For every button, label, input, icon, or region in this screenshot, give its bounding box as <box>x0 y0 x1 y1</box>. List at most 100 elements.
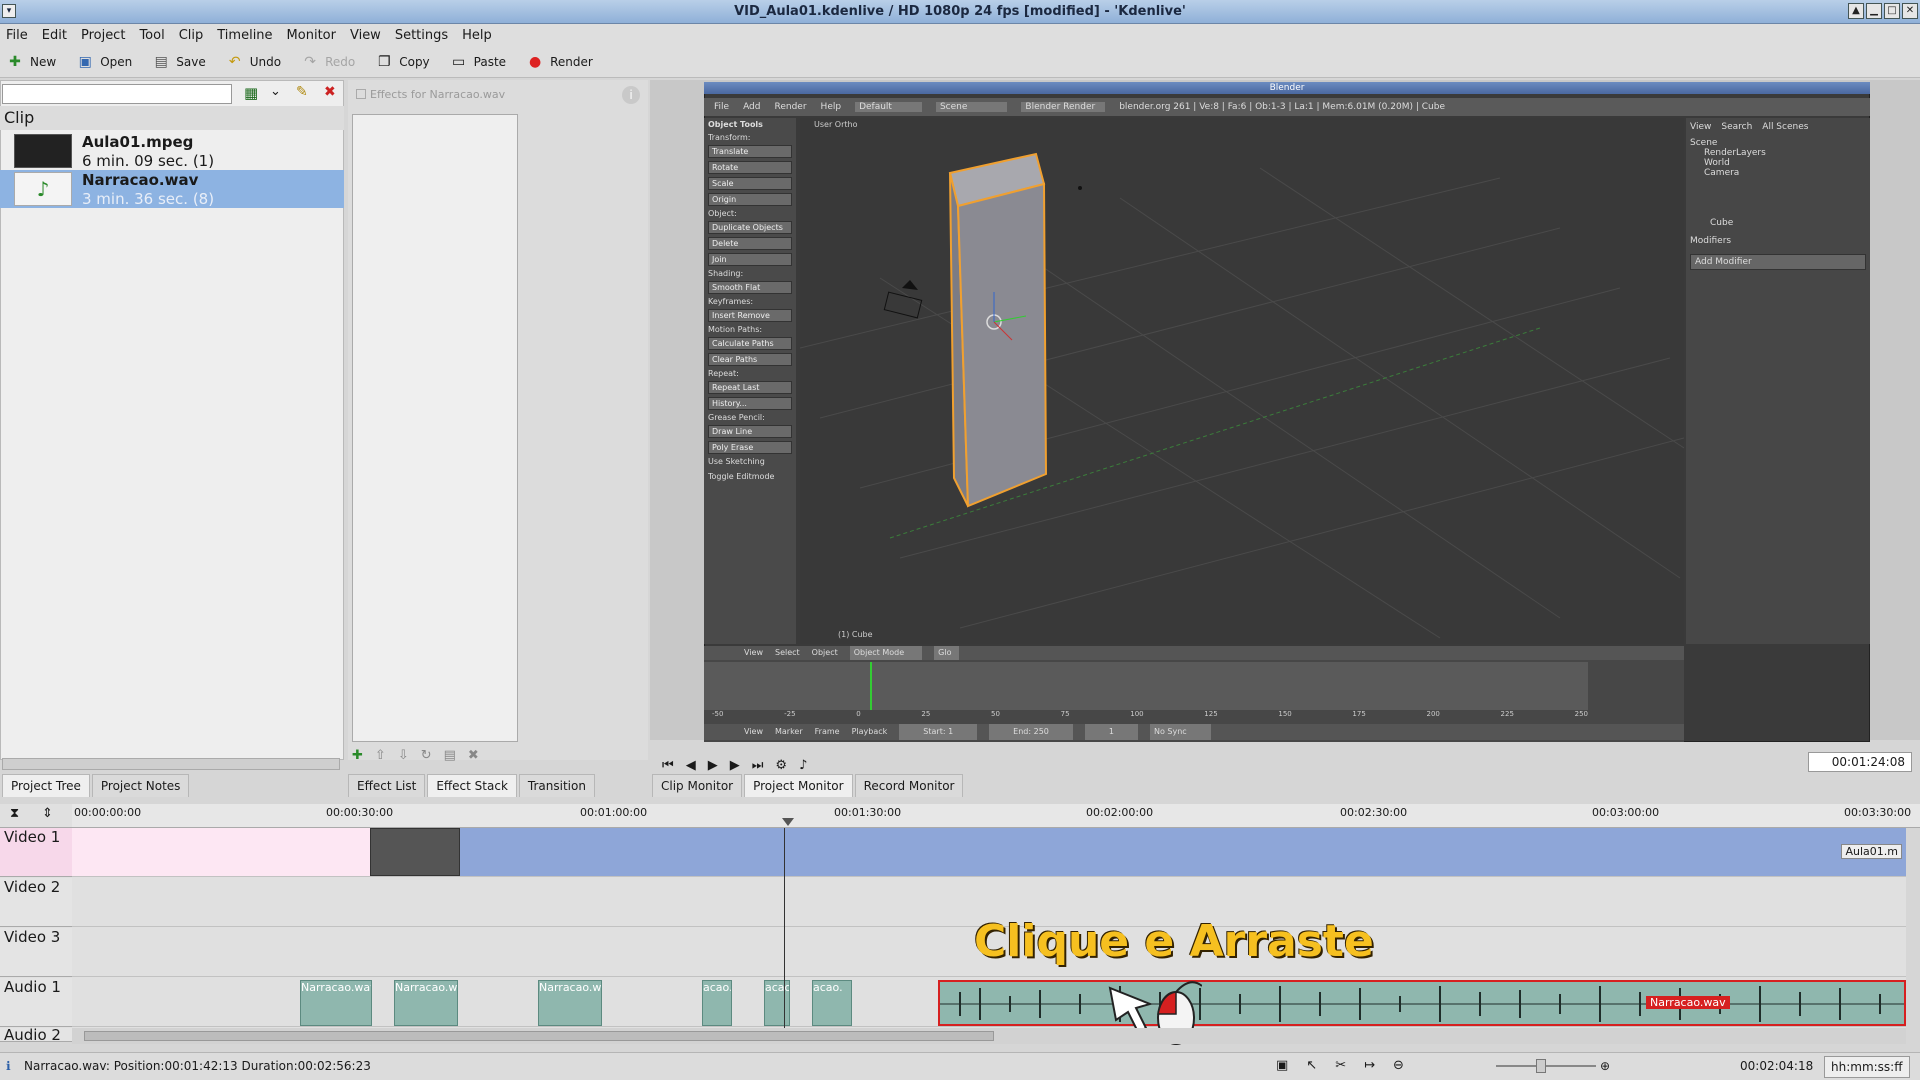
tab-effect-stack[interactable]: Effect Stack <box>427 774 517 797</box>
playhead-line <box>784 828 785 1028</box>
add-clip-icon[interactable]: ▦ <box>244 84 258 102</box>
audio-clip[interactable]: acao. <box>812 980 852 1026</box>
playhead-marker[interactable] <box>782 818 794 826</box>
move-up-icon[interactable]: ⇧ <box>375 748 386 763</box>
status-tools: ▣ ↖ ✂ ↦ ⊖ <box>1276 1053 1404 1079</box>
toggle-editmode: Toggle Editmode <box>708 472 775 481</box>
selected-audio-clip[interactable]: Narracao.wav <box>938 980 1906 1026</box>
window-menu-icon[interactable]: ▾ <box>2 4 16 18</box>
audio-clip[interactable]: Narracao.wav <box>300 980 372 1026</box>
menu-settings[interactable]: Settings <box>395 28 448 43</box>
razor-tool-icon[interactable]: ✂ <box>1335 1053 1346 1079</box>
menu-help[interactable]: Help <box>462 28 492 43</box>
edit-clip-icon[interactable]: ✎ <box>296 84 308 100</box>
tab-record-monitor[interactable]: Record Monitor <box>854 774 964 797</box>
reset-icon[interactable]: ↻ <box>421 748 432 763</box>
render-button[interactable]: ● Render <box>526 53 593 71</box>
menu-project[interactable]: Project <box>81 28 125 43</box>
step-back-icon[interactable]: ◀ <box>686 758 696 773</box>
video-clip-thumbnail[interactable] <box>370 828 460 876</box>
track-tool-icon[interactable]: ▣ <box>1276 1053 1288 1079</box>
zoom-slider[interactable] <box>1496 1059 1596 1073</box>
chevron-down-icon[interactable]: ⌄ <box>270 84 281 99</box>
play-icon[interactable]: ▶ <box>708 758 718 773</box>
tab-project-notes[interactable]: Project Notes <box>91 774 190 797</box>
current-frame: 1 <box>1084 724 1138 740</box>
select-tool-icon[interactable]: ↖ <box>1306 1053 1317 1079</box>
copy-button[interactable]: ❐ Copy <box>375 53 430 71</box>
fit-zoom-icon[interactable]: ⧗ <box>10 806 19 821</box>
effect-list[interactable] <box>352 114 518 742</box>
menubar: File Edit Project Tool Clip Timeline Mon… <box>0 24 1920 46</box>
info-icon[interactable]: i <box>622 86 640 104</box>
add-effect-icon[interactable]: ✚ <box>352 748 363 763</box>
menu-view[interactable]: View <box>350 28 381 43</box>
bin-hscrollbar[interactable] <box>2 758 340 770</box>
track-header-video1: Video 1 <box>0 828 72 877</box>
tab-clip-monitor[interactable]: Clip Monitor <box>652 774 743 797</box>
menu-timeline[interactable]: Timeline <box>217 28 272 43</box>
bin-clip-item-selected[interactable]: ♪ Narracao.wav 3 min. 36 sec. (8) <box>0 170 344 208</box>
minimize-icon[interactable]: ▁ <box>1866 3 1882 19</box>
open-button[interactable]: ▣ Open <box>76 53 133 71</box>
menu-file[interactable]: File <box>6 28 28 43</box>
move-down-icon[interactable]: ⇩ <box>398 748 409 763</box>
paste-button[interactable]: ▭ Paste <box>450 53 506 71</box>
video-clip[interactable]: Aula01.m <box>460 828 1906 876</box>
timecode-format-select[interactable]: hh:mm:ss:ff <box>1824 1056 1910 1078</box>
bin-search-input[interactable] <box>2 84 232 104</box>
save-effect-icon[interactable]: ▤ <box>444 748 456 763</box>
zoom-out-icon[interactable]: ⊖ <box>1393 1053 1404 1079</box>
track-height-icon[interactable]: ⇕ <box>42 806 53 821</box>
monitor-timecode[interactable]: 00:01:24:08 <box>1808 752 1912 772</box>
save-button[interactable]: ▤ Save <box>152 53 206 71</box>
save-icon: ▤ <box>154 53 168 70</box>
zoom-in-icon[interactable]: ⊕ <box>1600 1053 1610 1079</box>
menu-monitor[interactable]: Monitor <box>287 28 336 43</box>
copy-icon: ❐ <box>377 53 391 70</box>
volume-icon[interactable]: ♪ <box>799 758 807 773</box>
delete-effect-icon[interactable]: ✖ <box>468 748 479 763</box>
redo-button[interactable]: ↷ Redo <box>301 53 355 71</box>
timeline-scroll-thumb[interactable] <box>84 1031 994 1041</box>
undo-button[interactable]: ↶ Undo <box>226 53 281 71</box>
menu-edit[interactable]: Edit <box>42 28 67 43</box>
effect-enable-checkbox[interactable] <box>356 89 366 99</box>
tab-transition[interactable]: Transition <box>518 774 595 797</box>
step-forward-icon[interactable]: ▶ <box>730 758 740 773</box>
rewind-icon[interactable]: ⏮ <box>662 758 674 773</box>
zoom-slider-handle[interactable] <box>1536 1059 1546 1073</box>
outliner-tab-all-scenes: All Scenes <box>1762 122 1809 132</box>
audio-clip[interactable]: acao <box>764 980 790 1026</box>
shade-icon[interactable]: ▲ <box>1848 3 1864 19</box>
outliner-tab-view: View <box>1690 122 1712 132</box>
tab-project-monitor[interactable]: Project Monitor <box>744 774 853 797</box>
blender-menu-help: Help <box>820 102 842 112</box>
camera-frame <box>883 291 923 319</box>
spacer-tool-icon[interactable]: ↦ <box>1364 1053 1375 1079</box>
timeline-ruler[interactable]: 00:00:00:00 00:00:30:00 00:01:00:00 00:0… <box>72 804 1920 828</box>
maximize-icon[interactable]: □ <box>1884 3 1900 19</box>
delete-clip-icon[interactable]: ✖ <box>324 84 336 100</box>
frame-track <box>704 662 1588 710</box>
audio-clip[interactable]: acao. <box>702 980 732 1026</box>
timeline-hscrollbar[interactable] <box>72 1028 1906 1044</box>
status-bar: ℹ Narracao.wav: Position:00:01:42:13 Dur… <box>0 1052 1920 1080</box>
bin-clip-item[interactable]: Aula01.mpeg 6 min. 09 sec. (1) <box>0 132 344 170</box>
forward-icon[interactable]: ⏭ <box>752 758 764 773</box>
settings-icon[interactable]: ⚙ <box>775 758 787 773</box>
effects-title: Effects for Narracao.wav <box>370 88 506 101</box>
duration-display: 00:02:04:18 <box>1740 1059 1814 1073</box>
audio-clip[interactable]: Narracao.wa <box>394 980 458 1026</box>
tab-project-tree[interactable]: Project Tree <box>2 774 90 797</box>
menu-clip[interactable]: Clip <box>179 28 204 43</box>
blender-layout: Default <box>855 102 922 112</box>
audio-clip[interactable]: Narracao.wa <box>538 980 602 1026</box>
outliner-item: Camera <box>1704 168 1740 178</box>
end-frame: End: 250 <box>989 724 1073 740</box>
new-button[interactable]: ✚ New <box>6 53 56 71</box>
menu-tool[interactable]: Tool <box>139 28 164 43</box>
effect-toolbar: ✚ ⇧ ⇩ ↻ ▤ ✖ <box>352 748 479 763</box>
close-icon[interactable]: ✕ <box>1902 3 1918 19</box>
tab-effect-list[interactable]: Effect List <box>348 774 426 797</box>
